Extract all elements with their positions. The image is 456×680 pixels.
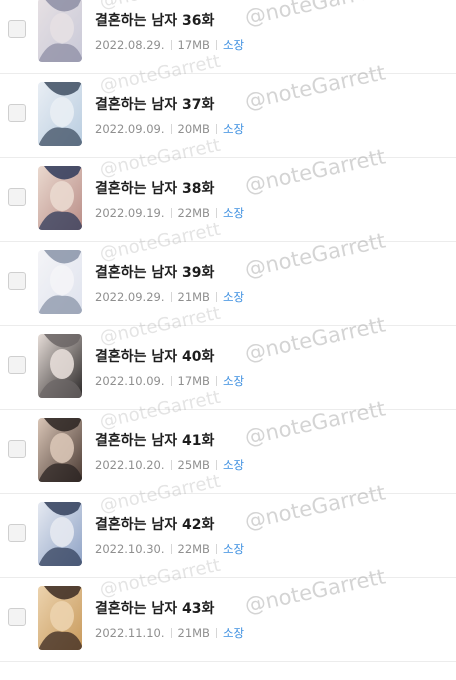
meta-divider (215, 376, 217, 386)
episode-meta: 2022.10.09. 17MB 소장 (95, 373, 244, 389)
episode-meta: 2022.10.30. 22MB 소장 (95, 541, 244, 557)
file-size: 21MB (177, 290, 210, 304)
episode-row[interactable]: 결혼하는 남자 42화 2022.10.30. 22MB 소장 @noteGarrett… (0, 471, 456, 578)
meta-divider (215, 292, 217, 302)
file-size: 25MB (177, 458, 210, 472)
episode-title[interactable]: 결혼하는 남자 41화 (95, 430, 214, 450)
episode-thumbnail[interactable] (38, 82, 82, 146)
owned-badge: 소장 (222, 290, 245, 304)
select-checkbox[interactable] (8, 608, 26, 626)
episode-title[interactable]: 결혼하는 남자 43화 (95, 598, 214, 618)
file-size: 22MB (177, 542, 210, 556)
episode-meta: 2022.11.10. 21MB 소장 (95, 625, 244, 641)
file-size: 17MB (177, 374, 210, 388)
episode-thumbnail[interactable] (38, 502, 82, 566)
file-size: 22MB (177, 206, 210, 220)
episode-meta: 2022.08.29. 17MB 소장 (95, 37, 244, 53)
owned-badge: 소장 (222, 38, 245, 52)
file-size: 21MB (177, 626, 210, 640)
episode-row[interactable]: 결혼하는 남자 41화 2022.10.20. 25MB 소장 @noteGarrett… (0, 387, 456, 494)
episode-row[interactable]: 결혼하는 남자 36화 2022.08.29. 17MB 소장 @noteGarrett… (0, 0, 456, 74)
episode-date: 2022.10.20. (95, 458, 165, 472)
episode-meta: 2022.09.19. 22MB 소장 (95, 205, 244, 221)
episode-date: 2022.10.30. (95, 542, 165, 556)
select-checkbox[interactable] (8, 356, 26, 374)
meta-divider (215, 124, 217, 134)
episode-title[interactable]: 결혼하는 남자 42화 (95, 514, 214, 534)
meta-divider (170, 544, 172, 554)
owned-badge: 소장 (222, 122, 245, 136)
meta-divider (215, 40, 217, 50)
episode-title[interactable]: 결혼하는 남자 36화 (95, 10, 214, 30)
select-checkbox[interactable] (8, 20, 26, 38)
episode-thumbnail[interactable] (38, 334, 82, 398)
episode-thumbnail[interactable] (38, 418, 82, 482)
episode-title[interactable]: 결혼하는 남자 39화 (95, 262, 214, 282)
episode-date: 2022.09.29. (95, 290, 165, 304)
episode-title[interactable]: 결혼하는 남자 40화 (95, 346, 214, 366)
episode-thumbnail[interactable] (38, 166, 82, 230)
episode-date: 2022.09.19. (95, 206, 165, 220)
episode-thumbnail[interactable] (38, 586, 82, 650)
meta-divider (215, 460, 217, 470)
meta-divider (170, 376, 172, 386)
watermark: @noteGarrett (242, 0, 388, 30)
episode-row[interactable]: 결혼하는 남자 39화 2022.09.29. 21MB 소장 @noteGarrett… (0, 219, 456, 326)
episode-meta: 2022.10.20. 25MB 소장 (95, 457, 244, 473)
meta-divider (215, 628, 217, 638)
episode-thumbnail[interactable] (38, 250, 82, 314)
episode-list: 결혼하는 남자 36화 2022.08.29. 17MB 소장 @noteGarrett… (0, 0, 456, 670)
episode-date: 2022.09.09. (95, 122, 165, 136)
episode-meta: 2022.09.29. 21MB 소장 (95, 289, 244, 305)
owned-badge: 소장 (222, 206, 245, 220)
meta-divider (170, 40, 172, 50)
select-checkbox[interactable] (8, 188, 26, 206)
episode-meta: 2022.09.09. 20MB 소장 (95, 121, 244, 137)
episode-row[interactable]: 결혼하는 남자 38화 2022.09.19. 22MB 소장 @noteGarrett… (0, 135, 456, 242)
episode-row[interactable]: 결혼하는 남자 43화 2022.11.10. 21MB 소장 @noteGarrett… (0, 555, 456, 662)
episode-title[interactable]: 결혼하는 남자 38화 (95, 178, 214, 198)
meta-divider (170, 628, 172, 638)
meta-divider (170, 124, 172, 134)
episode-row[interactable]: 결혼하는 남자 37화 2022.09.09. 20MB 소장 @noteGarrett… (0, 51, 456, 158)
meta-divider (170, 292, 172, 302)
episode-row[interactable]: 결혼하는 남자 40화 2022.10.09. 17MB 소장 @noteGarrett… (0, 303, 456, 410)
meta-divider (215, 544, 217, 554)
episode-date: 2022.08.29. (95, 38, 165, 52)
select-checkbox[interactable] (8, 524, 26, 542)
select-checkbox[interactable] (8, 104, 26, 122)
select-checkbox[interactable] (8, 272, 26, 290)
file-size: 20MB (177, 122, 210, 136)
episode-title[interactable]: 결혼하는 남자 37화 (95, 94, 214, 114)
meta-divider (170, 460, 172, 470)
file-size: 17MB (177, 38, 210, 52)
select-checkbox[interactable] (8, 440, 26, 458)
owned-badge: 소장 (222, 374, 245, 388)
meta-divider (170, 208, 172, 218)
meta-divider (215, 208, 217, 218)
episode-date: 2022.11.10. (95, 626, 165, 640)
owned-badge: 소장 (222, 458, 245, 472)
episode-date: 2022.10.09. (95, 374, 165, 388)
episode-thumbnail[interactable] (38, 0, 82, 62)
owned-badge: 소장 (222, 626, 245, 640)
owned-badge: 소장 (222, 542, 245, 556)
